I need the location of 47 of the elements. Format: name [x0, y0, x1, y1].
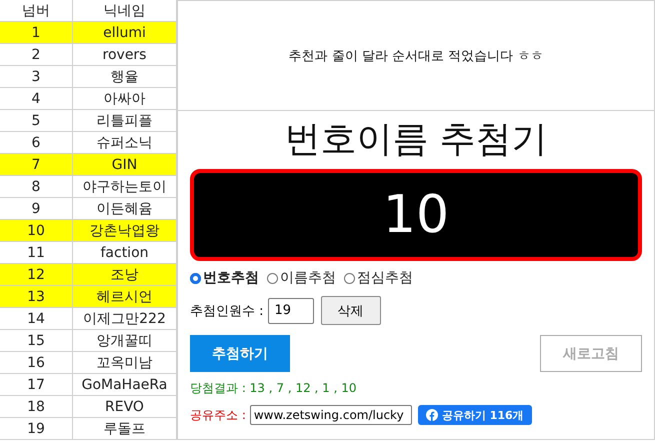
table-cell: GIN	[72, 154, 176, 176]
table-cell: 2	[0, 44, 72, 66]
table-cell: 15	[0, 330, 72, 352]
table-cell: 리틀피플	[72, 110, 176, 132]
table-cell: 루돌프	[72, 418, 176, 440]
table-cell: 3	[0, 66, 72, 88]
table-cell: 16	[0, 352, 72, 374]
facebook-icon	[426, 409, 438, 421]
table-cell: 19	[0, 418, 72, 440]
mode-radio[interactable]: 번호추첨	[190, 269, 259, 287]
notice-text: 추천과 줄이 달라 순서대로 적었습니다 ㅎㅎ	[288, 48, 544, 64]
table-cell: ellumi	[72, 22, 176, 44]
table-cell: 1	[0, 22, 72, 44]
share-button[interactable]: 공유하기 116개	[418, 405, 532, 425]
table-cell: 이제그만222	[72, 308, 176, 330]
table-cell: 14	[0, 308, 72, 330]
result-text: 당첨결과 : 13 , 7 , 12 , 1 , 10	[190, 380, 358, 397]
delete-button[interactable]: 삭제	[320, 296, 381, 325]
table-cell: 야구하는토이	[72, 176, 176, 198]
share-label: 공유주소 :	[190, 406, 246, 424]
number-display: 10	[190, 169, 642, 261]
table-cell: 꼬옥미남	[72, 352, 176, 374]
app-title: 번호이름 추첨기	[283, 118, 549, 162]
table-cell: 10	[0, 220, 72, 242]
table-cell: 17	[0, 374, 72, 396]
count-field[interactable]: 19	[268, 298, 314, 324]
count-label: 추첨인원수 :	[190, 302, 264, 320]
table-cell: 13	[0, 286, 72, 308]
mode-radio[interactable]: 이름추첨	[267, 269, 336, 287]
table-cell: 앙개꿀띠	[72, 330, 176, 352]
table-cell: 헤르시언	[72, 286, 176, 308]
url-field[interactable]: www.zetswing.com/lucky	[250, 405, 412, 425]
table-cell: 12	[0, 264, 72, 286]
table-cell: 8	[0, 176, 72, 198]
mode-radio[interactable]: 점심추첨	[344, 269, 413, 287]
table-cell: 7	[0, 154, 72, 176]
table-cell: 강촌낙엽왕	[72, 220, 176, 242]
table-cell: 18	[0, 396, 72, 418]
table-cell: rovers	[72, 44, 176, 66]
table-cell: GoMaHaeRa	[72, 374, 176, 396]
table-cell: 5	[0, 110, 72, 132]
draw-button[interactable]: 추첨하기	[190, 335, 290, 372]
table-cell: REVO	[72, 396, 176, 418]
table-cell: 4	[0, 88, 72, 110]
table-cell: 아싸아	[72, 88, 176, 110]
table-cell: 행율	[72, 66, 176, 88]
table-cell: 조낭	[72, 264, 176, 286]
